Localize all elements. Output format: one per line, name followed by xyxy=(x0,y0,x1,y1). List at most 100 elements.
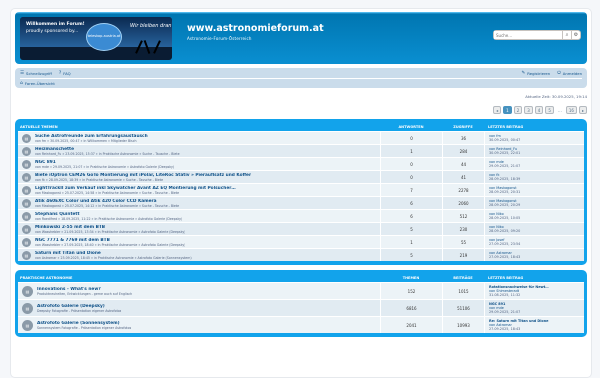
login-link[interactable]: ⏻ Anmelden xyxy=(557,70,582,77)
topic-text: Biete iOptron CEM26 GoTo Montierung mit … xyxy=(35,173,251,182)
topic-views: 44 xyxy=(442,158,484,170)
forum-posts-count: 51106 xyxy=(442,300,484,316)
forum-row: ▤ Innovations - What's new? Produktneuheit… xyxy=(18,282,584,299)
topic-meta: von mde » 29.09.2025, 21:07 » in Praktis… xyxy=(35,164,175,169)
forum-cell: ▤ Astrofoto Galerie (Deepsky) Deepsky Foto… xyxy=(18,300,380,316)
last-post-date: 27.09.2025, 18:43 xyxy=(489,255,521,259)
sponsor-badge: teleskop-austria.at xyxy=(86,23,122,51)
topic-row: ▤ Minkowski 2-55 mit dem BTB von Wassheble… xyxy=(18,222,584,235)
topic-read-icon: ▤ xyxy=(22,159,31,169)
forum-last-post: Re: Saturn mit Titan und Dione von Astrom… xyxy=(484,317,584,333)
page-3[interactable]: 3 xyxy=(524,106,533,114)
topic-row: ▤ Biete iOptron CEM26 GoTo Montierung mit… xyxy=(18,170,584,183)
topic-last-post: von Maskagonst 28.09.2025, 20:31 xyxy=(484,184,584,196)
header-last-post: Letzter Beitrag xyxy=(488,275,524,280)
faq-label: FAQ xyxy=(63,70,71,76)
gear-icon: ⚙ xyxy=(573,32,579,38)
logo-sponsor-text: proudly sponsored by... xyxy=(26,29,79,34)
breadcrumb[interactable]: ⌂ Foren-Übersicht xyxy=(20,81,55,86)
forum-text: Astrofoto Galerie (Sonnensystem) Sonnensy… xyxy=(37,321,131,330)
topic-meta: von Maskagonst » 25.07.2025, 14:12 » in … xyxy=(35,203,180,208)
home-icon: ⌂ xyxy=(20,81,23,86)
topic-views: 41 xyxy=(442,171,484,183)
topic-text: Heizmanschette von Reinhard_Fu » 23.09.20… xyxy=(35,147,180,156)
category-title[interactable]: Praktische Astronomie xyxy=(18,276,380,280)
site-title[interactable]: www.astronomieforum.at xyxy=(187,23,324,34)
page-5[interactable]: 5 xyxy=(545,106,554,114)
forum-read-icon: ▤ xyxy=(22,302,33,314)
page-4[interactable]: 4 xyxy=(534,106,544,114)
topic-views: 284 xyxy=(442,145,484,157)
page-16[interactable]: 16 xyxy=(565,106,577,114)
topic-meta: von Astromar » 23.09.2025, 18:45 » in Pr… xyxy=(35,255,192,260)
last-post-date: 31.08.2025, 11:32 xyxy=(489,293,521,297)
last-post-date: 28.09.2025, 20:29 xyxy=(489,203,521,207)
topic-meta: von Reinhard_Fu » 23.09.2025, 15:37 » in… xyxy=(35,151,180,156)
topic-text: LightTrackII zum Verkauf inkl Skywatcher… xyxy=(35,186,236,195)
topic-read-icon: ▤ xyxy=(22,224,31,234)
register-link[interactable]: ✎ Registrieren xyxy=(521,71,550,76)
page-1[interactable]: 1 xyxy=(503,106,512,114)
topic-cell: ▤ Biete iOptron CEM26 GoTo Montierung mit… xyxy=(18,171,380,183)
last-post-date: 28.09.2025, 18:39 xyxy=(489,177,521,181)
topic-replies: 0 xyxy=(380,132,442,144)
page-wrapper: Willkommen im Forum! proudly sponsored b… xyxy=(10,8,592,378)
menu-icon: ☰ xyxy=(20,70,25,76)
topic-views: 55 xyxy=(442,236,484,248)
topic-cell: ▤ Stephans Quintett von Roedlfred » 18.09.… xyxy=(18,210,380,222)
page-next-button[interactable]: ▸ xyxy=(578,106,587,114)
topic-read-icon: ▤ xyxy=(22,198,31,208)
topic-views: 230 xyxy=(442,223,484,235)
header-last-post: Letzter Beitrag xyxy=(488,124,524,129)
last-post-date: 30.09.2025, 00:47 xyxy=(489,138,521,142)
topic-row: ▤ Stephans Quintett von Roedlfred » 18.09.… xyxy=(18,209,584,222)
topic-row: ▤ NGC 891 von mde » 29.09.2025, 21:07 » in… xyxy=(18,157,584,170)
topic-cell: ▤ Saturn mit Titan und Dione von Astromar … xyxy=(18,249,380,261)
recent-topics-header: Aktuelle Themen Antworten Zugriffe Letzt… xyxy=(18,122,584,131)
topic-last-post: von Astromar 27.09.2025, 18:43 xyxy=(484,249,584,261)
topic-last-post: von Josef 27.09.2025, 23:54 xyxy=(484,236,584,248)
topic-text: Stephans Quintett von Roedlfred » 18.09.2… xyxy=(35,212,182,221)
faq-link[interactable]: ? FAQ xyxy=(59,71,71,76)
topic-meta: von fm » 30.09.2025, 00:47 » in Willkomm… xyxy=(35,138,137,143)
topic-text: Saturn mit Titan und Dione von Astromar »… xyxy=(35,251,192,260)
topic-cell: ▤ Atik 460EXC Color und Atik 420 Color CC… xyxy=(18,197,380,209)
forum-description: Deepsky Fotografie - Präsentation eigene… xyxy=(37,308,122,313)
topic-last-post: von fk 28.09.2025, 18:39 xyxy=(484,171,584,183)
topic-cell: ▤ NGC 7771 & 7769 mit dem BTB von Wasshebl… xyxy=(18,236,380,248)
question-icon: ? xyxy=(58,70,62,76)
topic-last-post: von Maskagonst 28.09.2025, 20:29 xyxy=(484,197,584,209)
forum-last-post: Rotationsnachweise für Newt… von Shimeste… xyxy=(484,283,584,299)
forum-last-post: NGC 891 von mde 29.09.2025, 21:07 xyxy=(484,300,584,316)
page-2[interactable]: 2 xyxy=(513,106,523,114)
topic-cell: ▤ Heizmanschette von Reinhard_Fu » 23.09.2… xyxy=(18,145,380,157)
topic-replies: 1 xyxy=(380,236,442,248)
topic-replies: 1 xyxy=(380,145,442,157)
page-prev-button[interactable]: ◂ xyxy=(493,106,502,114)
pencil-icon: ✎ xyxy=(521,70,526,76)
topic-row: ▤ Suche Astrofreunde zum Erfahrungsaustau… xyxy=(18,131,584,144)
search-button[interactable]: ⌕ xyxy=(562,31,571,39)
forum-text: Astrofoto Galerie (Deepsky) Deepsky Fotog… xyxy=(37,304,121,313)
quick-links-label: Schnellzugriff xyxy=(26,70,52,76)
quick-links-menu[interactable]: ☰ Schnellzugriff xyxy=(20,71,52,76)
last-post-date: 28.09.2025, 20:31 xyxy=(489,190,521,194)
topic-text: Suche Astrofreunde zum Erfahrungsaustaus… xyxy=(35,134,148,143)
site-logo[interactable]: Willkommen im Forum! proudly sponsored b… xyxy=(20,17,172,60)
breadcrumb-home: Foren-Übersicht xyxy=(24,81,55,86)
topic-meta: von fk » 28.09.2025, 18:39 » in Praktisc… xyxy=(35,177,164,182)
last-post-date: 28.09.2025, 09:20 xyxy=(489,229,521,233)
last-post-date: 29.09.2025, 21:07 xyxy=(489,310,521,314)
advanced-search-button[interactable]: ⚙ xyxy=(571,31,580,39)
topic-cell: ▤ LightTrackII zum Verkauf inkl Skywatche… xyxy=(18,184,380,196)
topic-cell: ▤ Suche Astrofreunde zum Erfahrungsaustau… xyxy=(18,132,380,144)
forum-read-icon: ▤ xyxy=(22,285,33,297)
search-input[interactable] xyxy=(494,31,562,39)
topic-meta: von Maskagonst » 25.07.2025, 14:58 » in … xyxy=(35,190,180,195)
topic-read-icon: ▤ xyxy=(22,146,31,156)
topic-read-icon: ▤ xyxy=(22,133,31,143)
forum-posts-count: 1015 xyxy=(442,283,484,299)
last-post-date: 29.09.2025, 21:07 xyxy=(489,164,521,168)
logo-welcome-text: Willkommen im Forum! xyxy=(26,22,85,27)
topic-replies: 5 xyxy=(380,249,442,261)
